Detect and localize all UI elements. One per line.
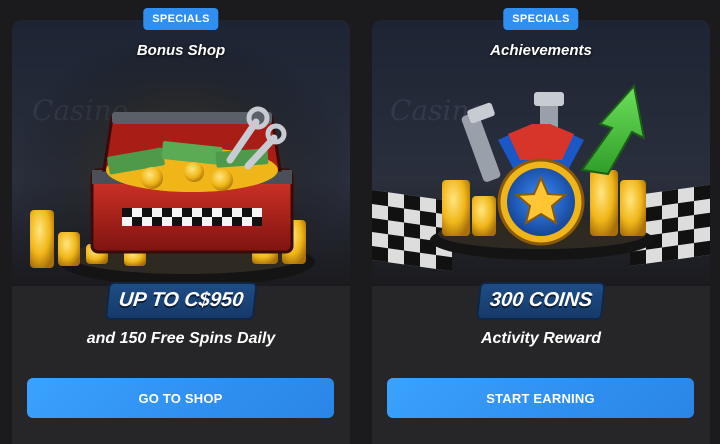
specials-badge: SPECIALS: [503, 8, 579, 30]
treasure-chest-icon: Casino: [12, 20, 350, 286]
reward-amount: 300 COINS: [475, 282, 607, 320]
card-subtitle: Activity Reward: [480, 330, 602, 347]
achievements-image: Casino: [372, 20, 710, 286]
card-title: Bonus Shop: [136, 42, 226, 59]
start-earning-button[interactable]: START EARNING: [387, 378, 694, 418]
specials-badge: SPECIALS: [143, 8, 219, 30]
bonus-amount: UP TO C$950: [104, 282, 258, 320]
star-medal-icon: Casino: [372, 20, 710, 286]
go-to-shop-button[interactable]: GO TO SHOP: [27, 378, 334, 418]
bonus-shop-image: Casino: [12, 20, 350, 286]
bonus-shop-card: SPECIALS Bonus Shop UP TO C$950 and 150 …: [12, 8, 350, 444]
achievements-card: SPECIALS Casino Achievements 300 COINS A…: [372, 8, 710, 444]
card-title: Achievements: [490, 42, 592, 59]
card-subtitle: and 150 Free Spins Daily: [86, 330, 276, 347]
